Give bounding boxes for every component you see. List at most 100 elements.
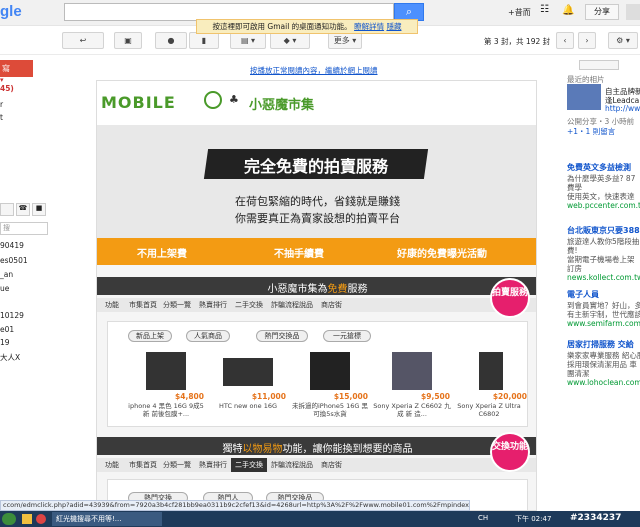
- nav-item[interactable]: 分類一覽: [163, 300, 191, 310]
- contact-item[interactable]: 10129: [0, 311, 24, 320]
- contact-item[interactable]: 大人X: [0, 352, 20, 363]
- product-price: $20,000: [492, 392, 527, 401]
- post-link[interactable]: http://ww: [605, 104, 640, 113]
- apps-grid-icon[interactable]: ☷: [540, 5, 550, 15]
- delete-button[interactable]: ▮: [189, 32, 219, 49]
- plus-one-link[interactable]: +1・1 則留言: [567, 126, 615, 137]
- hero-line-1: 在荷包緊縮的時代，省錢就是賺錢: [235, 195, 400, 208]
- plus-user-link[interactable]: +昔而: [508, 7, 531, 18]
- right-sidebar: 最近的相片 自主品牌新 逢Leadca 3 http://ww 公開分享・3 小…: [565, 56, 640, 511]
- product-image[interactable]: [392, 352, 432, 390]
- back-button[interactable]: ↩: [62, 32, 104, 49]
- folder-button[interactable]: ▤ ▾: [230, 32, 266, 49]
- read-online-link[interactable]: 按播放正常閱讀內容，繼續於網上閱讀: [250, 65, 378, 76]
- sidebar-item[interactable]: t: [0, 113, 3, 122]
- tab-popular-items[interactable]: 人氣商品: [186, 330, 230, 342]
- nav-item[interactable]: 市集首頁: [129, 300, 157, 310]
- label-button[interactable]: ◆ ▾: [270, 32, 310, 49]
- contact-item[interactable]: es0501: [0, 256, 28, 265]
- brand-header: MOBILE ♣ 小惡魔市集: [97, 81, 536, 125]
- contact-item[interactable]: ue: [0, 284, 9, 293]
- ime-indicator[interactable]: CH: [478, 514, 488, 522]
- archive-button[interactable]: ▣: [114, 32, 142, 49]
- product-name[interactable]: 未拆過的iPhone5 16G 黑可換5s水貨: [290, 402, 370, 418]
- pagination-range: 第 3 封，共 192 封: [484, 37, 551, 46]
- tab-hot-exchange[interactable]: 熱門交換品: [256, 330, 308, 342]
- phone-icon[interactable]: ☎: [16, 203, 30, 216]
- nav-item[interactable]: 熱賣排行: [199, 460, 227, 470]
- screen: gle ⌕ +昔而 ☷ 🔔 分享 按這裡即可啟用 Gmail 的桌面通知功能。 …: [0, 0, 640, 527]
- product-name[interactable]: iphone 4 黑色 16G 9成5新 前後包膜+...: [126, 402, 206, 418]
- browser-icon[interactable]: [36, 514, 46, 524]
- brand-logo[interactable]: MOBILE: [101, 93, 176, 112]
- nav-item[interactable]: 功能: [105, 300, 119, 310]
- nav-item-active[interactable]: 二手交換: [231, 458, 267, 472]
- nav-item[interactable]: 分類一覽: [163, 460, 191, 470]
- clock[interactable]: 下午 02:47: [515, 514, 551, 524]
- sidebar-item[interactable]: r: [0, 100, 3, 109]
- contact-item[interactable]: e01: [0, 325, 14, 334]
- inbox-count[interactable]: 45): [0, 84, 14, 93]
- profile-thumb[interactable]: [579, 60, 619, 70]
- section-auction-header: 小惡魔市集為免費服務: [97, 277, 536, 295]
- product-image[interactable]: [146, 352, 186, 390]
- product-price: $4,800: [175, 392, 204, 401]
- avatar[interactable]: [626, 4, 640, 20]
- start-button[interactable]: [2, 513, 16, 525]
- product-price: $15,000: [333, 392, 368, 401]
- product-name[interactable]: Sony Xperia Z Ultra C6802: [449, 402, 529, 418]
- hero-banner: 完全免費的拍賣服務 在荷包緊縮的時代，省錢就是賺錢 你需要真正為賣家設想的拍賣平…: [97, 125, 536, 238]
- product-image[interactable]: [223, 358, 273, 386]
- windows-taskbar: 紅光機搜尋不用等!... CH 下午 02:47 #2334237: [0, 511, 640, 527]
- ad-url[interactable]: news.kollect.com.tw: [567, 273, 640, 282]
- chat-search-input[interactable]: 搜: [0, 222, 48, 235]
- tab-new-items[interactable]: 新品上架: [128, 330, 172, 342]
- desktop-notification-banner: 按這裡即可啟用 Gmail 的桌面通知功能。 瞭解詳情 隱藏: [196, 19, 418, 34]
- nav-row-2: 功能 市集首頁 分類一覽 熱賣排行 二手交換 詐騙流程說品 商店街: [97, 458, 536, 472]
- learn-more-link[interactable]: 瞭解詳情: [354, 22, 384, 31]
- ad-url[interactable]: www.semifarm.com.tw: [567, 319, 640, 328]
- contact-item[interactable]: 19: [0, 338, 10, 347]
- folder-icon[interactable]: [22, 514, 32, 524]
- ad-title[interactable]: 免費英文多益檢測: [567, 162, 631, 173]
- photo-thumb[interactable]: [567, 84, 601, 110]
- nav-item[interactable]: 二手交換: [235, 300, 263, 310]
- ad-title[interactable]: 電子人員: [567, 289, 599, 300]
- hide-link[interactable]: 隱藏: [386, 22, 401, 31]
- ad-title[interactable]: 台北販東京只要388: [567, 225, 640, 236]
- product-name[interactable]: Sony Xperia Z C6602 九成 新 造...: [372, 402, 452, 418]
- nav-item[interactable]: 商店街: [321, 300, 342, 310]
- mail-label-link[interactable]: ▾: [0, 76, 4, 84]
- section-exchange-title: 獨特以物易物功能，讓你能換到想要的商品: [222, 444, 413, 455]
- ad-title[interactable]: 居家打掃服務 交給: [567, 339, 634, 350]
- promo-email: MOBILE ♣ 小惡魔市集 完全免費的拍賣服務 在荷包緊縮的時代，省錢就是賺錢…: [96, 80, 537, 511]
- product-name[interactable]: HTC new one 16G: [208, 402, 288, 410]
- next-button[interactable]: ›: [578, 32, 596, 49]
- hero-title: 完全免費的拍賣服務: [243, 157, 388, 176]
- nav-item[interactable]: 熱賣排行: [199, 300, 227, 310]
- google-logo[interactable]: gle: [0, 3, 22, 20]
- taskbar-window[interactable]: 紅光機搜尋不用等!...: [52, 512, 162, 526]
- video-icon[interactable]: ■: [32, 203, 46, 216]
- ad-url[interactable]: web.pccenter.com.tw: [567, 201, 640, 210]
- nav-item[interactable]: 詐騙流程說品: [271, 460, 313, 470]
- share-button[interactable]: 分享: [585, 4, 619, 20]
- prev-button[interactable]: ‹: [556, 32, 574, 49]
- user-icon[interactable]: [0, 203, 14, 216]
- spam-button[interactable]: ●: [155, 32, 187, 49]
- nav-row-1: 功能 市集首頁 分類一覽 熱賣排行 二手交換 詐騙流程說品 商店街: [97, 298, 536, 312]
- more-button[interactable]: 更多 ▾: [328, 32, 362, 49]
- nav-item[interactable]: 功能: [105, 460, 119, 470]
- settings-button[interactable]: ⚙ ▾: [608, 32, 638, 49]
- ad-url[interactable]: www.lohoclean.com: [567, 378, 640, 387]
- bell-icon[interactable]: 🔔: [562, 5, 574, 16]
- contact-item[interactable]: 90419: [0, 241, 24, 250]
- compose-button[interactable]: 寫: [0, 60, 33, 77]
- product-image[interactable]: [479, 352, 503, 390]
- contact-item[interactable]: _an: [0, 270, 13, 279]
- nav-item[interactable]: 市集首頁: [129, 460, 157, 470]
- nav-item[interactable]: 詐騙流程說品: [271, 300, 313, 310]
- nav-item[interactable]: 商店街: [321, 460, 342, 470]
- tab-one-dollar[interactable]: 一元搶標: [323, 330, 371, 342]
- product-image[interactable]: [310, 352, 350, 390]
